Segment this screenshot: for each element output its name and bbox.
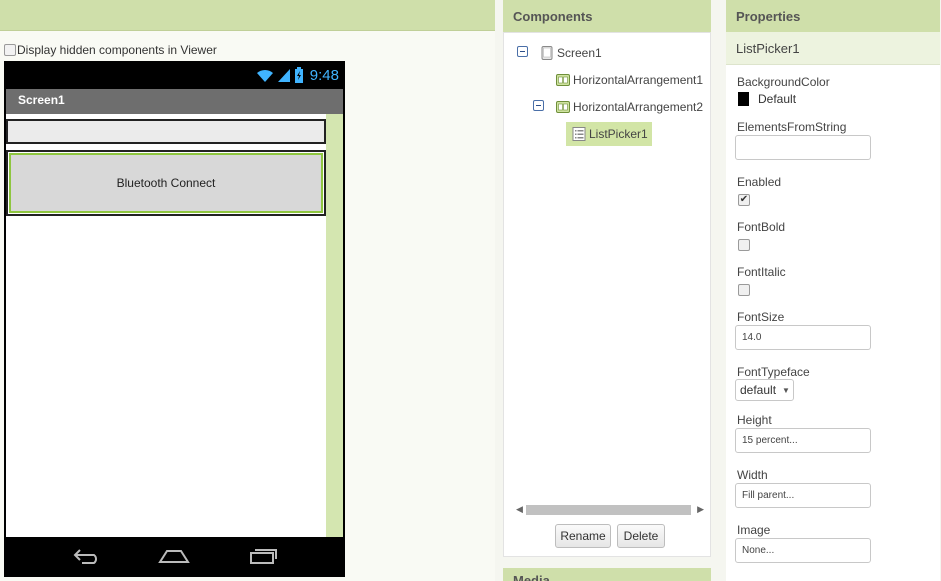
status-clock: 9:48 [309,66,339,84]
collapse-horizontalarrangement2-toggle[interactable] [533,100,544,111]
font-bold-checkbox[interactable] [738,239,750,251]
battery-icon [294,67,303,83]
wifi-icon [256,69,273,82]
phone-preview: 9:48 Screen1 Bluetooth Connect [4,61,345,577]
screen-canvas[interactable]: Bluetooth Connect [6,114,343,537]
elements-from-string-input[interactable] [735,135,871,160]
font-size-label: FontSize [737,310,785,324]
home-icon [157,545,191,567]
recent-apps-icon [246,545,280,567]
screen-scroll-strip [326,114,343,537]
elements-from-string-label: ElementsFromString [737,120,847,134]
signal-icon [277,69,290,82]
properties-title: Properties [736,9,801,24]
viewer-panel: Display hidden components in Viewer 9:48 [0,0,495,581]
font-size-input[interactable]: 14.0 [735,325,871,350]
font-italic-checkbox[interactable] [738,284,750,296]
font-typeface-label: FontTypeface [737,365,810,379]
properties-panel: Properties ListPicker1 BackgroundColor D… [718,0,941,581]
scroll-left-arrow-icon[interactable]: ◀ [516,504,523,515]
enabled-checkbox[interactable]: ✔ [738,194,750,206]
components-panel: Components Screen1 HorizontalArrangement… [495,0,725,581]
dropdown-caret-icon: ▼ [782,385,790,395]
components-tree: Screen1 HorizontalArrangement1 Horizonta… [503,32,711,557]
scroll-thumb[interactable] [526,505,691,515]
tree-item-horizontalarrangement2[interactable]: HorizontalArrangement2 [556,96,703,118]
components-title: Components [513,9,593,24]
background-color-swatch[interactable] [738,92,749,106]
screen-title: Screen1 [18,93,65,107]
image-label: Image [737,523,771,537]
selected-component-header: ListPicker1 [726,32,940,65]
height-label: Height [737,413,772,427]
bluetooth-connect-button[interactable]: Bluetooth Connect [9,153,323,213]
width-input[interactable]: Fill parent... [735,483,871,508]
scroll-right-arrow-icon[interactable]: ▶ [697,504,704,515]
nav-bar [4,537,345,577]
horizontal-arrangement-2[interactable]: Bluetooth Connect [6,150,326,216]
font-typeface-dropdown[interactable]: default ▼ [735,379,794,401]
width-label: Width [737,468,768,482]
tree-item-horizontalarrangement1[interactable]: HorizontalArrangement1 [556,69,703,91]
font-italic-label: FontItalic [737,265,786,279]
properties-list: BackgroundColor Default ElementsFromStri… [726,65,940,581]
height-input[interactable]: 15 percent... [735,428,871,453]
enabled-label: Enabled [737,175,782,189]
background-color-value[interactable]: Default [758,92,796,106]
tree-item-screen1[interactable]: Screen1 [540,42,602,64]
tree-item-listpicker1[interactable]: ListPicker1 [566,122,652,146]
properties-header: Properties [726,0,940,32]
horizontal-arrangement-1[interactable] [6,119,326,144]
image-input[interactable]: None... [735,538,871,563]
display-hidden-label: Display hidden components in Viewer [17,43,217,57]
horizontal-arrangement-icon [556,74,570,86]
media-header: Media [503,568,711,581]
font-bold-label: FontBold [737,220,786,234]
selected-component-name: ListPicker1 [736,41,800,56]
list-picker-icon [572,127,586,141]
rename-button[interactable]: Rename [555,524,611,548]
components-header: Components [503,0,711,32]
background-color-label: BackgroundColor [737,75,830,89]
components-horizontal-scrollbar[interactable]: ◀ ▶ [516,503,704,517]
media-title: Media [513,573,550,581]
horizontal-arrangement-icon [556,101,570,113]
display-hidden-checkbox[interactable] [4,44,16,56]
status-bar: 9:48 [4,61,345,89]
collapse-screen1-toggle[interactable] [517,46,528,57]
back-icon [70,545,104,567]
display-hidden-components-toggle[interactable]: Display hidden components in Viewer [4,43,217,57]
screen-title-bar: Screen1 [6,89,343,114]
screen-icon [541,46,553,60]
delete-button[interactable]: Delete [617,524,665,548]
viewer-header [0,0,495,31]
